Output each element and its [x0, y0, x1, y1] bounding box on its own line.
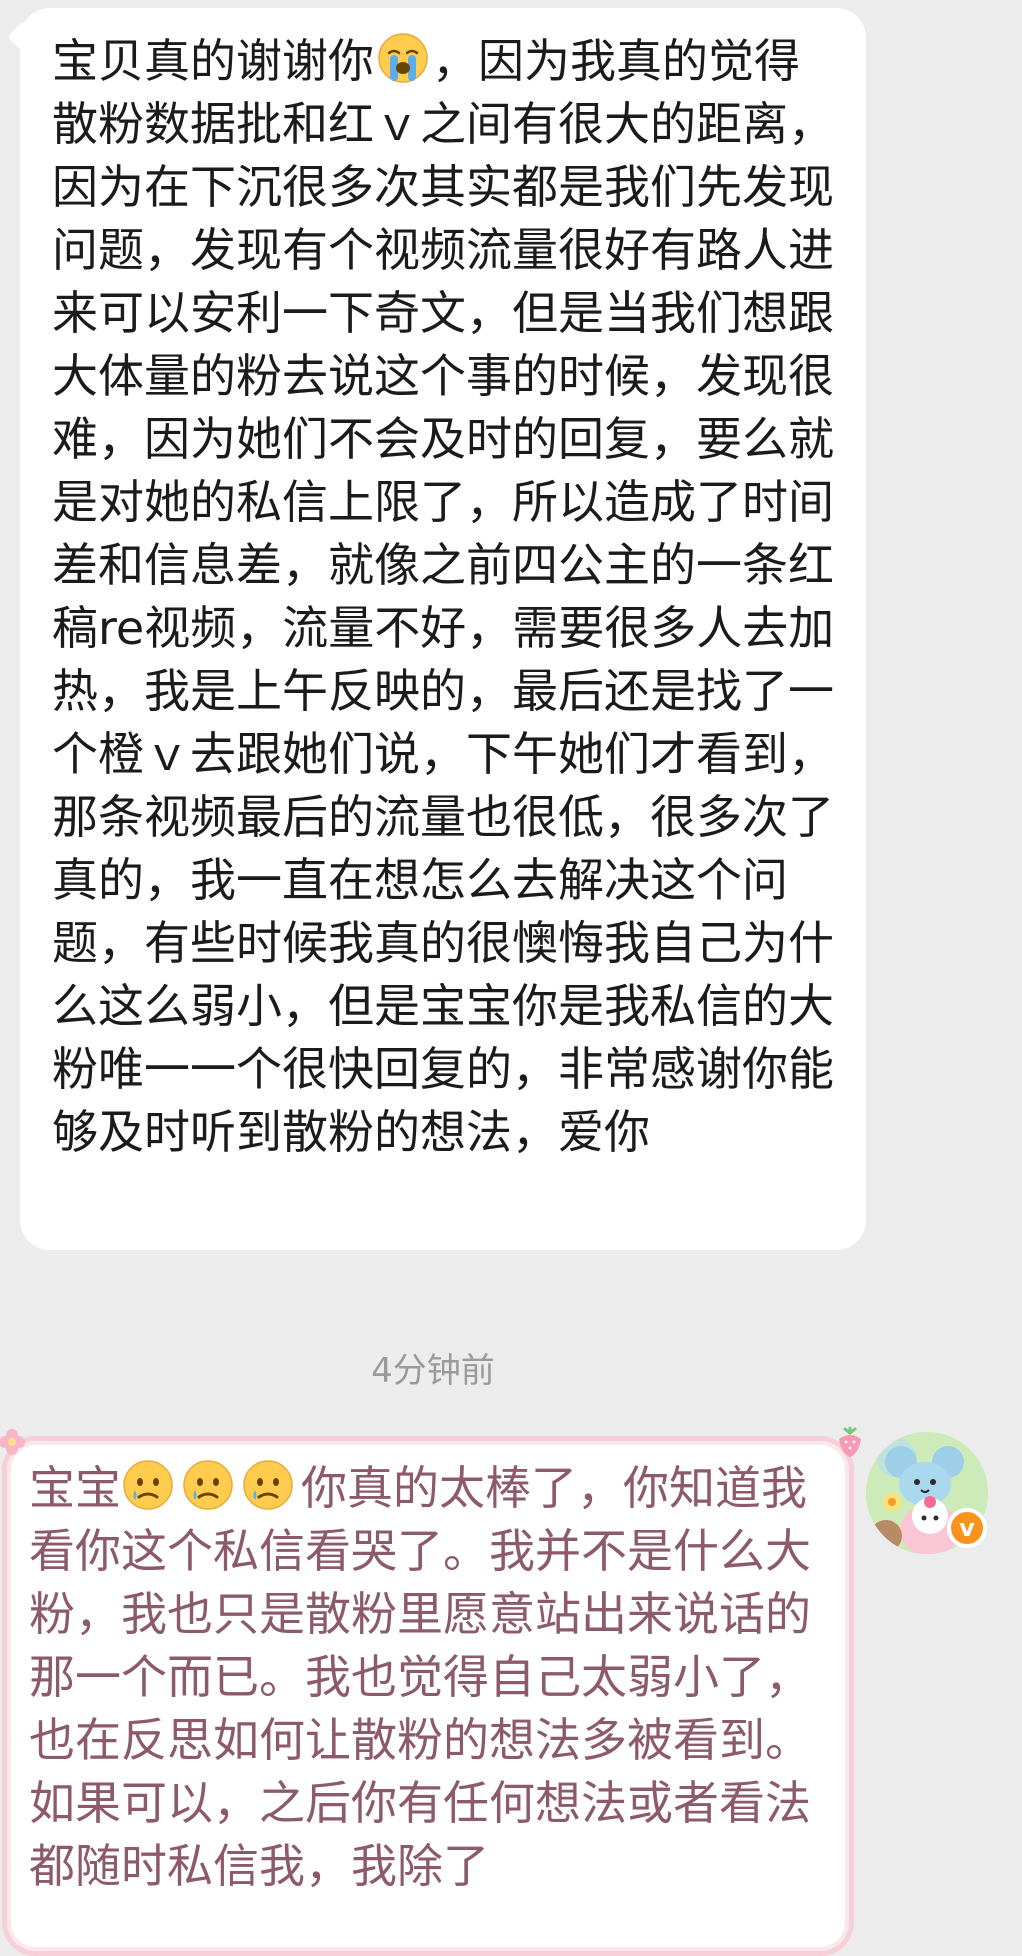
outgoing-message-bubble[interactable]: 宝宝 你真的太棒了，你知道我看你这个私信看哭了。我并不是什么大粉，我也只是散粉里… — [0, 1426, 861, 1956]
verified-v-badge-icon: v — [947, 1508, 987, 1548]
outgoing-message-text: 宝宝 你真的太棒了，你知道我看你这个私信看哭了。我并不是什么大粉，我也只是散粉里… — [29, 1457, 829, 1898]
strawberry-decoration-icon — [833, 1425, 867, 1463]
incoming-message-prefix: 宝贝真的谢谢你 — [52, 34, 374, 88]
message-timestamp: 4分钟前 — [371, 1351, 495, 1391]
flower-decoration-icon — [0, 1427, 27, 1461]
sad-tear-face-icon — [241, 1458, 295, 1512]
chat-window: 宝贝真的谢谢你 ，因为我真的觉得散粉数据批和红ｖ之间有很大的距离，因为在下沉很多… — [0, 0, 1022, 1956]
sad-tear-face-icon — [181, 1458, 235, 1512]
outgoing-message-body: 你真的太棒了，你知道我看你这个私信看哭了。我并不是什么大粉，我也只是散粉里愿意站… — [29, 1461, 811, 1893]
incoming-message-text: 宝贝真的谢谢你 ，因为我真的觉得散粉数据批和红ｖ之间有很大的距离，因为在下沉很多… — [52, 30, 838, 1164]
incoming-message-body: ，因为我真的觉得散粉数据批和红ｖ之间有很大的距离，因为在下沉很多次其实都是我们先… — [52, 34, 835, 1159]
loudly-crying-face-icon — [376, 31, 430, 85]
incoming-message-bubble[interactable]: 宝贝真的谢谢你 ，因为我真的觉得散粉数据批和红ｖ之间有很大的距离，因为在下沉很多… — [20, 8, 866, 1250]
sad-tear-face-icon — [121, 1458, 175, 1512]
outgoing-message-prefix: 宝宝 — [29, 1461, 121, 1515]
